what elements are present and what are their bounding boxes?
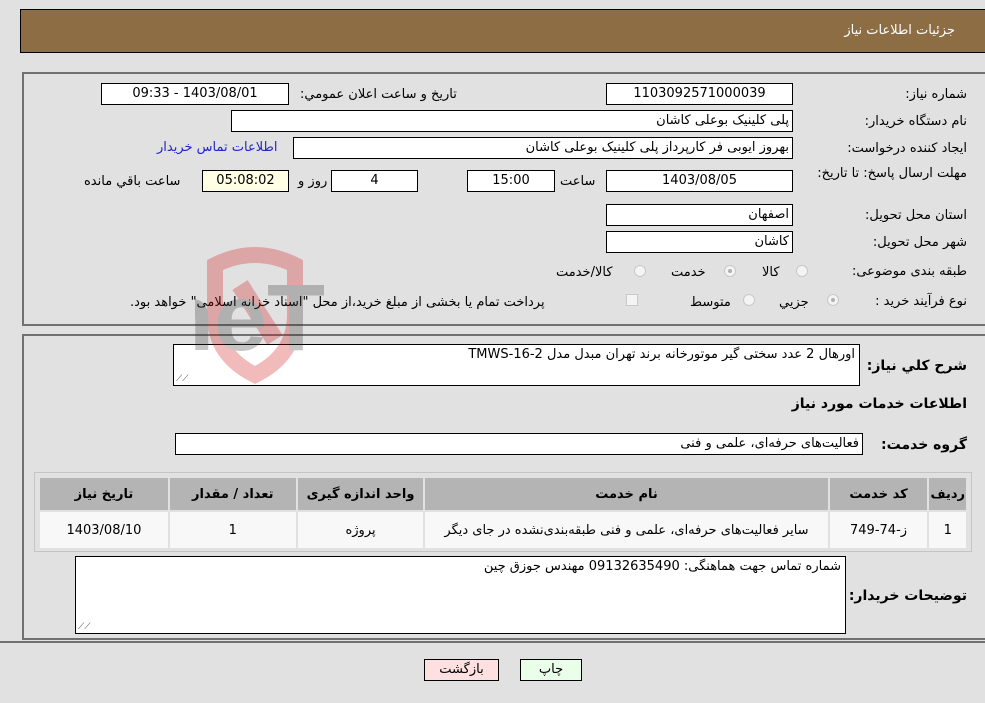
time-remaining-field: 05:08:02 bbox=[202, 170, 289, 192]
cell-service-name: سایر فعالیت‌های حرفه‌ای، علمی و فنی طبقه… bbox=[423, 510, 830, 550]
deadline-time-field: 15:00 bbox=[467, 170, 555, 192]
buyer-org-field: پلی کلینیک بوعلی کاشان bbox=[231, 110, 793, 132]
city-label: شهر محل تحویل: bbox=[872, 235, 967, 250]
cell-quantity: 1 bbox=[167, 510, 298, 550]
treasury-checkbox[interactable] bbox=[626, 294, 638, 306]
purchase-type-radio-minor[interactable] bbox=[827, 294, 839, 306]
buyer-notes-textarea[interactable]: شماره تماس جهت هماهنگی: 09132635490 مهند… bbox=[75, 556, 846, 634]
description-label: شرح کلي نیاز: bbox=[866, 358, 967, 374]
buyer-notes-label: توضیحات خریدار: bbox=[848, 588, 967, 604]
category-radio-service[interactable] bbox=[724, 265, 736, 277]
page-header: جزئیات اطلاعات نیاز bbox=[20, 9, 985, 53]
header-unit: واحد اندازه گیری bbox=[295, 476, 426, 512]
service-group-label: گروه خدمت: bbox=[881, 437, 967, 453]
cell-unit: پروژه bbox=[295, 510, 426, 550]
city-field: کاشان bbox=[606, 231, 793, 253]
province-field: اصفهان bbox=[606, 204, 793, 226]
announce-datetime-field: 1403/08/01 - 09:33 bbox=[101, 83, 289, 105]
header-need-date: تاریخ نیاز bbox=[38, 476, 170, 512]
purchase-type-option-minor: جزيي bbox=[779, 295, 809, 310]
province-label: استان محل تحویل: bbox=[865, 208, 967, 223]
table-header-row: ردیف کد خدمت نام خدمت واحد اندازه گیری ت… bbox=[38, 476, 968, 512]
description-textarea[interactable]: اورهال 2 عدد سختی گیر موتورخانه برند تهر… bbox=[173, 344, 860, 386]
need-number-field: 1103092571000039 bbox=[606, 83, 793, 105]
services-section-title: اطلاعات خدمات مورد نیاز bbox=[791, 396, 967, 412]
cell-row-number: 1 bbox=[927, 510, 968, 550]
category-radio-goods-service[interactable] bbox=[634, 265, 646, 277]
category-radio-goods[interactable] bbox=[796, 265, 808, 277]
print-button[interactable]: چاپ bbox=[520, 659, 582, 681]
category-option-goods-service: کالا/خدمت bbox=[556, 265, 613, 280]
category-option-goods: کالا bbox=[762, 265, 780, 280]
resize-handle-icon[interactable]: ⟋⟋ bbox=[78, 622, 91, 632]
category-label: طبقه بندی موضوعی: bbox=[851, 264, 967, 279]
announce-datetime-label: تاریخ و ساعت اعلان عمومي: bbox=[300, 87, 457, 102]
category-option-service: خدمت bbox=[671, 265, 706, 280]
requester-label: ایجاد کننده درخواست: bbox=[847, 141, 967, 156]
header-quantity: تعداد / مقدار bbox=[167, 476, 298, 512]
header-row-number: ردیف bbox=[927, 476, 968, 512]
resize-handle-icon[interactable]: ⟋⟋ bbox=[176, 374, 189, 384]
purchase-type-option-medium: متوسط bbox=[690, 295, 731, 310]
header-service-name: نام خدمت bbox=[423, 476, 830, 512]
cell-need-date: 1403/08/10 bbox=[38, 510, 170, 550]
deadline-date-field: 1403/08/05 bbox=[606, 170, 793, 192]
deadline-time-label: ساعت bbox=[560, 174, 596, 189]
treasury-note: پرداخت تمام یا بخشی از مبلغ خرید،از محل … bbox=[130, 295, 545, 310]
services-table: ردیف کد خدمت نام خدمت واحد اندازه گیری ت… bbox=[38, 476, 968, 550]
buyer-notes-text: شماره تماس جهت هماهنگی: 09132635490 مهند… bbox=[483, 559, 841, 574]
description-text: اورهال 2 عدد سختی گیر موتورخانه برند تهر… bbox=[468, 347, 855, 362]
back-button[interactable]: بازگشت bbox=[424, 659, 499, 681]
cell-service-code: ز-74-749 bbox=[827, 510, 930, 550]
days-label: روز و bbox=[298, 174, 328, 189]
page-title: جزئیات اطلاعات نیاز bbox=[844, 23, 955, 38]
days-remaining-field: 4 bbox=[331, 170, 418, 192]
purchase-type-radio-medium[interactable] bbox=[743, 294, 755, 306]
deadline-label: مهلت ارسال پاسخ: تا تاریخ: bbox=[817, 166, 967, 181]
need-number-label: شماره نیاز: bbox=[905, 87, 967, 102]
time-remaining-label: ساعت باقي مانده bbox=[84, 174, 181, 189]
buyer-org-label: نام دستگاه خریدار: bbox=[864, 114, 967, 129]
purchase-type-label: نوع فرآیند خرید : bbox=[875, 294, 967, 309]
footer-divider bbox=[0, 641, 985, 643]
table-row: 1 ز-74-749 سایر فعالیت‌های حرفه‌ای، علمی… bbox=[38, 510, 968, 550]
requester-field: بهروز ایوبی فر کارپرداز پلی کلینیک بوعلی… bbox=[293, 137, 793, 159]
header-service-code: کد خدمت bbox=[827, 476, 930, 512]
buyer-contact-link[interactable]: اطلاعات تماس خریدار bbox=[157, 140, 277, 155]
service-group-field: فعالیت‌های حرفه‌ای، علمی و فنی bbox=[175, 433, 863, 455]
